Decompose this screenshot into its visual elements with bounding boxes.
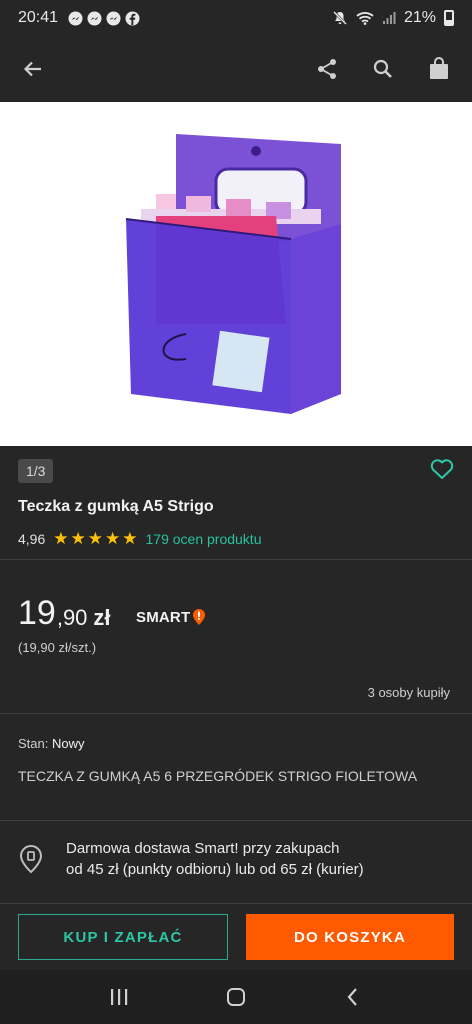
messenger-icon bbox=[106, 11, 121, 25]
delivery-info: Darmowa dostawa Smart! przy zakupach od … bbox=[18, 838, 458, 880]
divider bbox=[0, 903, 472, 904]
star-icon: ★ bbox=[122, 529, 138, 548]
status-time: 20:41 bbox=[18, 9, 59, 26]
cart-button[interactable] bbox=[424, 54, 454, 84]
delivery-text: Darmowa dostawa Smart! przy zakupach od … bbox=[66, 838, 364, 880]
rating-score: 4,96 bbox=[18, 530, 46, 547]
product-title: Teczka z gumką A5 Strigo bbox=[18, 498, 214, 515]
image-counter: 1/3 bbox=[18, 459, 54, 483]
back-button[interactable] bbox=[18, 54, 48, 84]
home-button[interactable] bbox=[221, 982, 251, 1012]
star-icon: ★ bbox=[70, 529, 86, 548]
messenger-icon bbox=[87, 11, 102, 25]
price-decimal: ,90 bbox=[56, 605, 88, 630]
share-button[interactable] bbox=[312, 54, 342, 84]
recent-apps-icon bbox=[110, 989, 127, 1005]
add-to-cart-button[interactable]: DO KOSZYKA bbox=[246, 914, 454, 960]
unit-price: (19,90 zł/szt.) bbox=[18, 640, 97, 655]
smart-badge: SMART bbox=[136, 608, 206, 626]
star-icon: ★ bbox=[53, 529, 69, 548]
product-description: TECZKA Z GUMKĄ A5 6 PRZEGRÓDEK STRIGO FI… bbox=[18, 768, 418, 784]
share-icon bbox=[318, 59, 336, 79]
action-bar: KUP I ZAPŁAĆ DO KOSZYKA bbox=[18, 914, 454, 960]
app-bar-actions bbox=[312, 54, 454, 84]
signal-icon bbox=[382, 12, 396, 24]
battery-icon bbox=[444, 10, 454, 26]
divider bbox=[0, 820, 472, 821]
bought-count: 3 osoby kupiły bbox=[367, 685, 450, 700]
search-icon bbox=[373, 59, 392, 78]
smart-label: SMART bbox=[136, 608, 191, 626]
star-icon: ★ bbox=[87, 529, 103, 548]
notification-icons bbox=[68, 11, 140, 26]
delivery-icon-wrap bbox=[18, 844, 48, 879]
rating-row: 4,96 ★ ★ ★ ★ ★ 179 ocen produktu bbox=[18, 530, 261, 547]
back-nav-button[interactable] bbox=[338, 982, 368, 1012]
condition-value: Nowy bbox=[51, 736, 85, 751]
product-photo-folder bbox=[125, 134, 341, 414]
system-nav-bar bbox=[0, 970, 472, 1024]
condition-label: Stan: bbox=[18, 736, 49, 751]
recent-apps-button[interactable] bbox=[104, 982, 134, 1012]
reviews-link[interactable]: 179 ocen produktu bbox=[146, 531, 262, 547]
chevron-left-icon bbox=[347, 988, 358, 1006]
delivery-line1: Darmowa dostawa Smart! przy zakupach bbox=[66, 840, 340, 857]
favorite-button[interactable] bbox=[430, 458, 454, 485]
price-currency: zł bbox=[93, 605, 111, 630]
status-right: 21% bbox=[332, 9, 454, 27]
delivery-line2: od 45 zł (punkty odbioru) lub od 65 zł (… bbox=[66, 861, 364, 878]
shopping-bag-icon bbox=[430, 57, 448, 79]
status-bar: 20:41 21% bbox=[0, 0, 472, 36]
battery-percent: 21% bbox=[403, 9, 436, 26]
messenger-icon bbox=[68, 11, 83, 25]
divider bbox=[0, 559, 472, 560]
heart-icon bbox=[430, 458, 454, 479]
mute-icon bbox=[333, 11, 347, 25]
rating-stars: ★ ★ ★ ★ ★ bbox=[53, 530, 137, 547]
search-button[interactable] bbox=[368, 54, 398, 84]
divider bbox=[0, 713, 472, 714]
app-bar bbox=[0, 36, 472, 102]
smart-pin-icon bbox=[193, 609, 206, 625]
star-icon: ★ bbox=[105, 529, 121, 548]
gallery-row: 1/3 bbox=[0, 446, 472, 496]
home-icon bbox=[226, 988, 245, 1006]
facebook-icon bbox=[125, 11, 140, 25]
condition: Stan: Nowy bbox=[18, 736, 85, 751]
price-integer: 19 bbox=[18, 594, 56, 632]
back-arrow-icon bbox=[23, 61, 41, 77]
price: 19 ,90 zł bbox=[18, 596, 111, 630]
location-pin-icon bbox=[19, 844, 43, 874]
wifi-icon bbox=[356, 12, 374, 25]
product-image[interactable] bbox=[0, 102, 472, 446]
buy-now-button[interactable]: KUP I ZAPŁAĆ bbox=[18, 914, 228, 960]
